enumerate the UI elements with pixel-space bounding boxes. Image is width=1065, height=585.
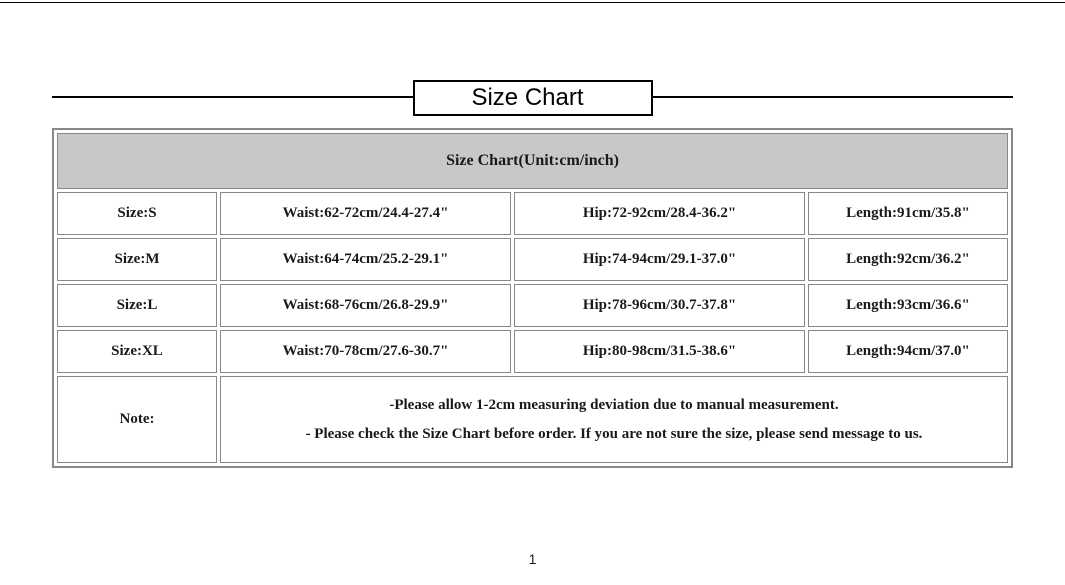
cell-waist: Waist:70-78cm/27.6-30.7" bbox=[220, 330, 511, 373]
cell-length: Length:94cm/37.0" bbox=[808, 330, 1008, 373]
title-divider: Size Chart bbox=[52, 80, 1013, 120]
page-number: 1 bbox=[0, 551, 1065, 567]
size-chart-table: Size Chart(Unit:cm/inch) Size:S Waist:62… bbox=[52, 128, 1013, 468]
note-line: - Please check the Size Chart before ord… bbox=[241, 420, 987, 449]
note-text: -Please allow 1-2cm measuring deviation … bbox=[220, 376, 1008, 463]
note-line: -Please allow 1-2cm measuring deviation … bbox=[241, 391, 987, 420]
cell-size: Size:XL bbox=[57, 330, 217, 373]
table-row: Size:XL Waist:70-78cm/27.6-30.7" Hip:80-… bbox=[57, 330, 1008, 373]
cell-size: Size:S bbox=[57, 192, 217, 235]
cell-hip: Hip:78-96cm/30.7-37.8" bbox=[514, 284, 805, 327]
cell-length: Length:92cm/36.2" bbox=[808, 238, 1008, 281]
cell-waist: Waist:62-72cm/24.4-27.4" bbox=[220, 192, 511, 235]
cell-length: Length:91cm/35.8" bbox=[808, 192, 1008, 235]
table-row: Size:S Waist:62-72cm/24.4-27.4" Hip:72-9… bbox=[57, 192, 1008, 235]
table-row: Size:L Waist:68-76cm/26.8-29.9" Hip:78-9… bbox=[57, 284, 1008, 327]
cell-waist: Waist:64-74cm/25.2-29.1" bbox=[220, 238, 511, 281]
table-row: Size:M Waist:64-74cm/25.2-29.1" Hip:74-9… bbox=[57, 238, 1008, 281]
cell-hip: Hip:80-98cm/31.5-38.6" bbox=[514, 330, 805, 373]
note-row: Note: -Please allow 1-2cm measuring devi… bbox=[57, 376, 1008, 463]
cell-length: Length:93cm/36.6" bbox=[808, 284, 1008, 327]
cell-waist: Waist:68-76cm/26.8-29.9" bbox=[220, 284, 511, 327]
cell-hip: Hip:74-94cm/29.1-37.0" bbox=[514, 238, 805, 281]
cell-hip: Hip:72-92cm/28.4-36.2" bbox=[514, 192, 805, 235]
title-box: Size Chart bbox=[413, 80, 653, 116]
note-label: Note: bbox=[57, 376, 217, 463]
cell-size: Size:L bbox=[57, 284, 217, 327]
cell-size: Size:M bbox=[57, 238, 217, 281]
title-text: Size Chart bbox=[425, 84, 631, 112]
table-header: Size Chart(Unit:cm/inch) bbox=[57, 133, 1008, 189]
top-border-line bbox=[0, 2, 1065, 3]
